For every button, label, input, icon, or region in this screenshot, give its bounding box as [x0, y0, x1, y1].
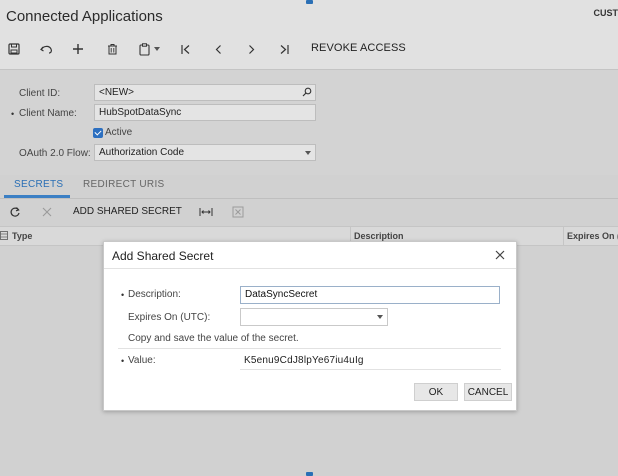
- previous-record-button[interactable]: [211, 40, 225, 58]
- chevron-down-icon: [305, 151, 311, 155]
- export-excel-icon[interactable]: [232, 206, 244, 218]
- required-indicator: •: [11, 109, 15, 119]
- column-expires-on[interactable]: Expires On (: [567, 231, 618, 241]
- client-name-label: Client Name:: [19, 108, 77, 119]
- delete-button[interactable]: [104, 40, 120, 58]
- grid-toolbar: ADD SHARED SECRET: [0, 200, 618, 226]
- dialog-title: Add Shared Secret: [112, 249, 214, 263]
- oauth-flow-label: OAuth 2.0 Flow:: [19, 148, 91, 159]
- undo-icon: [39, 45, 52, 54]
- chevron-down-icon: [377, 315, 383, 319]
- clipboard-menu-button[interactable]: [136, 40, 162, 58]
- last-record-icon: [280, 44, 289, 54]
- client-name-field[interactable]: HubSpotDataSync: [94, 104, 316, 121]
- client-id-label: Client ID:: [19, 88, 61, 99]
- save-icon: [8, 43, 20, 55]
- oauth-flow-select[interactable]: Authorization Code: [94, 144, 316, 161]
- screen-header: Connected Applications CUST REVOKE ACCES…: [0, 0, 618, 69]
- next-record-button[interactable]: [244, 40, 258, 58]
- previous-icon: [215, 44, 221, 54]
- copy-hint-text: Copy and save the value of the secret.: [128, 333, 299, 344]
- client-id-field[interactable]: <NEW>: [94, 84, 316, 101]
- chevron-down-icon: [153, 47, 160, 51]
- resize-handle-top[interactable]: [306, 0, 313, 4]
- active-tab-indicator: [4, 195, 70, 198]
- active-checkbox[interactable]: [93, 128, 103, 138]
- add-button[interactable]: [70, 40, 86, 58]
- client-name-value: HubSpotDataSync: [99, 107, 182, 118]
- oauth-flow-value: Authorization Code: [99, 147, 185, 158]
- add-shared-secret-button[interactable]: ADD SHARED SECRET: [73, 206, 182, 217]
- search-icon[interactable]: [302, 87, 312, 97]
- description-label: Description:: [128, 289, 181, 300]
- fit-columns-icon[interactable]: [199, 207, 213, 217]
- summary-form: Client ID: <NEW> • Client Name: HubSpotD…: [0, 69, 618, 175]
- close-icon[interactable]: [494, 249, 506, 261]
- value-underline: [240, 369, 501, 370]
- add-icon: [73, 44, 83, 54]
- ok-button[interactable]: OK: [414, 383, 458, 401]
- toolbar: [0, 38, 618, 60]
- active-label: Active: [105, 127, 133, 138]
- expires-on-label: Expires On (UTC):: [128, 312, 211, 323]
- page: Connected Applications CUST REVOKE ACCES…: [0, 0, 618, 476]
- required-indicator: •: [121, 290, 125, 300]
- resize-handle-bottom[interactable]: [306, 472, 313, 476]
- undo-button[interactable]: [38, 40, 54, 58]
- cancel-button[interactable]: CANCEL: [464, 383, 512, 401]
- row-selector-icon: [0, 231, 8, 240]
- revoke-access-button[interactable]: REVOKE ACCESS: [311, 42, 406, 54]
- add-shared-secret-dialog: Add Shared Secret • Description: DataSyn…: [103, 241, 517, 411]
- tab-secrets[interactable]: SECRETS: [14, 179, 63, 190]
- column-type[interactable]: Type: [12, 231, 32, 241]
- value-label: Value:: [128, 355, 156, 366]
- first-record-icon: [180, 44, 189, 54]
- next-icon: [248, 44, 254, 54]
- required-indicator: •: [121, 356, 125, 366]
- save-button[interactable]: [7, 40, 21, 58]
- customization-menu[interactable]: CUST: [594, 8, 618, 18]
- column-description[interactable]: Description: [354, 231, 404, 241]
- first-record-button[interactable]: [178, 40, 192, 58]
- secret-value: K5enu9CdJ8lpYe67iu4uIg: [244, 355, 364, 366]
- delete-icon: [107, 44, 117, 55]
- dialog-divider: [104, 268, 516, 269]
- client-id-value: <NEW>: [99, 87, 135, 98]
- page-title: Connected Applications: [6, 8, 163, 25]
- close-icon[interactable]: [42, 207, 52, 217]
- column-divider: [563, 227, 564, 245]
- description-input[interactable]: DataSyncSecret: [240, 286, 500, 304]
- tab-redirect-uris[interactable]: REDIRECT URIS: [83, 179, 165, 190]
- clipboard-icon: [138, 42, 150, 56]
- hint-divider: [118, 348, 501, 349]
- expires-on-select[interactable]: [240, 308, 388, 326]
- tab-bar: SECRETS REDIRECT URIS: [0, 175, 618, 199]
- description-value: DataSyncSecret: [245, 289, 318, 300]
- last-record-button[interactable]: [277, 40, 291, 58]
- refresh-icon[interactable]: [9, 206, 21, 218]
